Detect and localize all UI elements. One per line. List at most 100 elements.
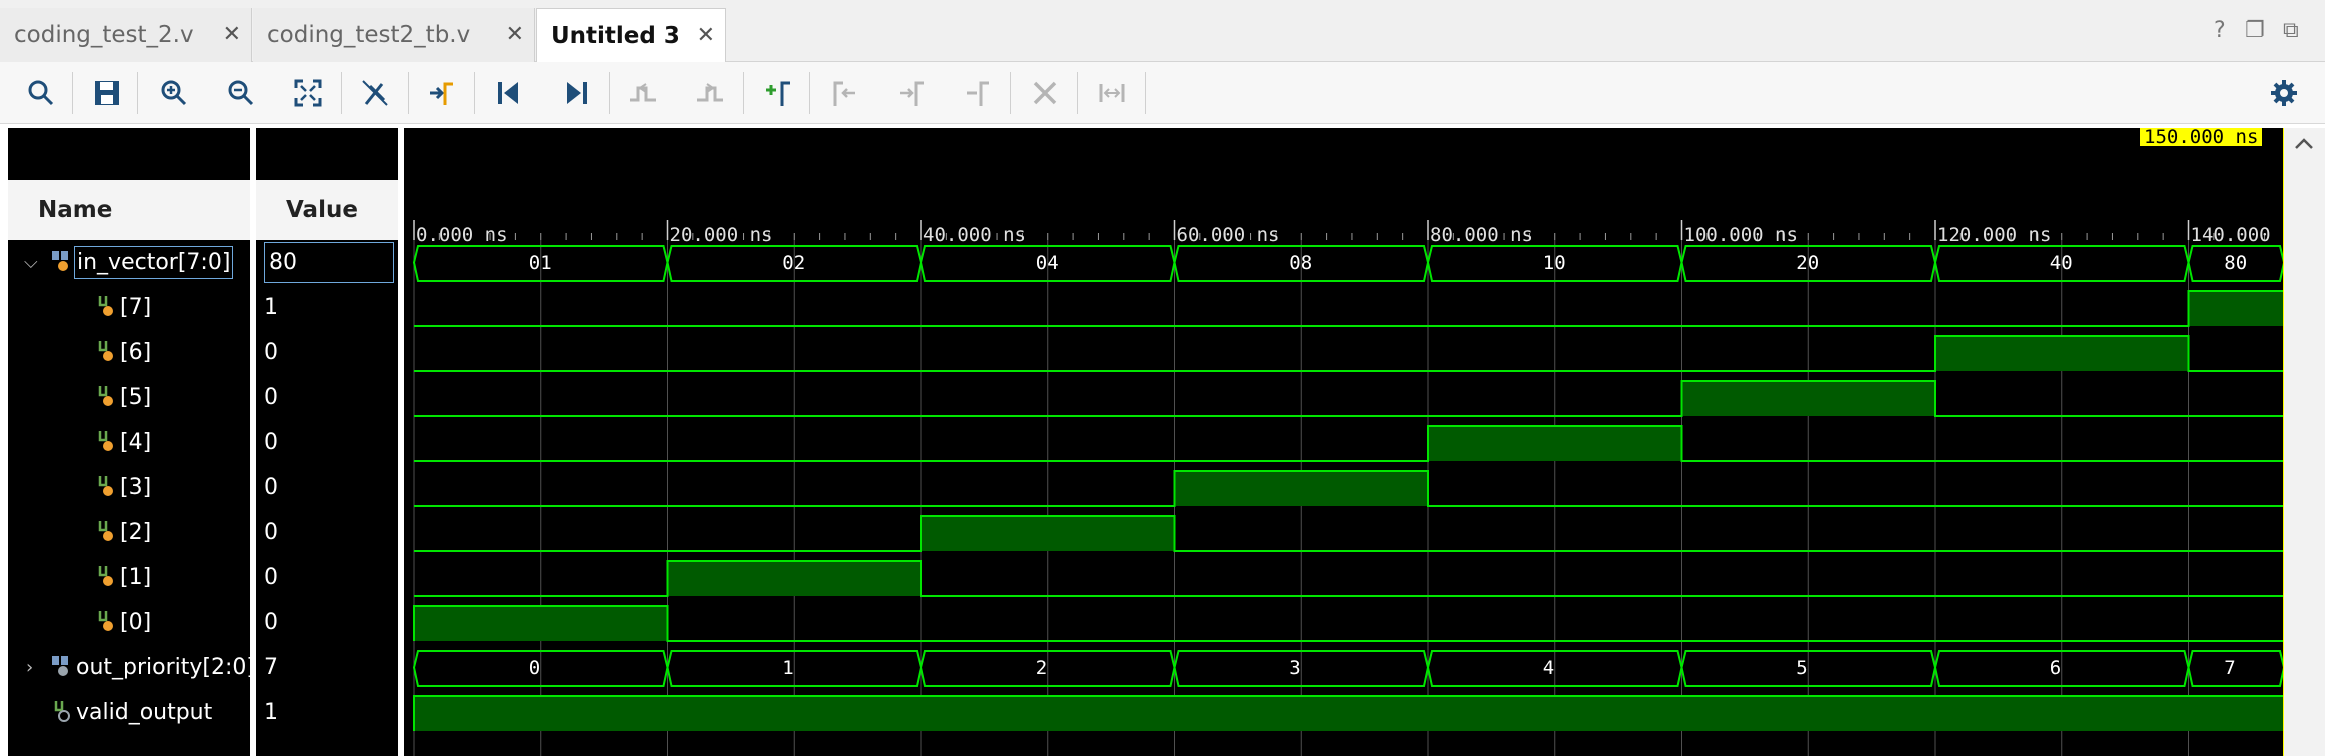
waveform-panel[interactable]: 0.000 ns 20.000 ns 40.000 ns 60.000 ns 80.00…	[404, 128, 2305, 756]
bit-high-fill	[1428, 426, 1682, 461]
search-icon[interactable]	[22, 74, 60, 112]
toolbar-separator	[1077, 72, 1078, 114]
go-to-cursor-icon[interactable]	[423, 74, 461, 112]
snap-icon[interactable]	[356, 74, 394, 112]
signal-row-valid-output[interactable]: valid_output	[8, 690, 250, 735]
tab-untitled-3[interactable]: Untitled 3 ✕	[536, 8, 726, 62]
signal-value: 0	[264, 565, 278, 590]
cut-icon[interactable]	[1093, 74, 1131, 112]
bus-value-label: 01	[528, 251, 552, 274]
toolbar-separator	[341, 72, 342, 114]
time-tick-label: 0.000 ns	[416, 224, 508, 246]
toolbar-separator	[1010, 72, 1011, 114]
signal-row-out-priority[interactable]: › out_priority[2:0]	[8, 645, 255, 690]
signal-value[interactable]: 80	[256, 240, 398, 285]
next-marker-icon[interactable]	[892, 74, 930, 112]
bit-signal-icon	[98, 611, 113, 631]
signal-value: 0	[264, 610, 278, 635]
signal-row-in-vector[interactable]: ⌵ in_vector[7:0]	[8, 240, 250, 285]
bit-signal-icon	[98, 521, 113, 541]
signal-name: out_priority[2:0]	[76, 655, 255, 680]
previous-transition-icon[interactable]	[624, 74, 662, 112]
bit-signal-icon	[98, 431, 113, 451]
toolbar-separator	[474, 72, 475, 114]
bit-0-trace	[413, 605, 2284, 642]
signal-row-bit-1[interactable]: [1]	[8, 555, 250, 600]
maximize-icon[interactable]: ⧉	[2283, 18, 2299, 43]
zoom-in-icon[interactable]	[155, 74, 193, 112]
signal-row-bit-6[interactable]: [6]	[8, 330, 250, 375]
bit-signal-icon	[98, 566, 113, 586]
signal-row-bit-4[interactable]: [4]	[8, 420, 250, 465]
bit-4-trace	[414, 425, 2284, 462]
swap-cursors-icon[interactable]	[959, 74, 997, 112]
time-tick-label: 100.000 ns	[1683, 224, 1798, 246]
go-to-time-zero-icon[interactable]	[490, 74, 528, 112]
scroll-up-icon[interactable]	[2284, 128, 2325, 158]
vertical-scrollbar[interactable]	[2284, 128, 2325, 756]
signal-name: valid_output	[76, 700, 213, 725]
tab-coding-test-2[interactable]: coding_test_2.v ✕	[0, 8, 252, 62]
zoom-out-icon[interactable]	[222, 74, 260, 112]
signal-value: 7	[264, 655, 278, 680]
tab-label: coding_test_2.v	[14, 22, 194, 48]
delete-marker-icon[interactable]	[1026, 74, 1064, 112]
add-marker-icon[interactable]	[758, 74, 796, 112]
signal-row-bit-5[interactable]: [5]	[8, 375, 250, 420]
toolbar-separator	[609, 72, 610, 114]
time-tick-label: 40.000 ns	[923, 224, 1026, 246]
tab-label: Untitled 3	[551, 22, 680, 49]
zoom-fit-icon[interactable]	[289, 74, 327, 112]
bit-signal-icon	[98, 476, 113, 496]
bus-value-label: 10	[1542, 251, 1566, 274]
signal-row-bit-3[interactable]: [3]	[8, 465, 250, 510]
name-column-header[interactable]: Name	[8, 180, 250, 240]
chevron-down-icon[interactable]: ⌵	[24, 252, 38, 273]
close-icon[interactable]: ✕	[506, 22, 524, 47]
bit-signal-icon	[54, 701, 70, 722]
bus-signal-icon	[52, 251, 68, 271]
bus-value-label: 0	[528, 656, 541, 679]
restore-icon[interactable]: ❐	[2245, 18, 2265, 43]
signal-value: 0	[264, 475, 278, 500]
settings-gear-icon[interactable]	[2265, 74, 2303, 112]
waveform-canvas[interactable]	[404, 128, 2284, 756]
time-tick-label: 80.000 ns	[1430, 224, 1533, 246]
go-to-last-time-icon[interactable]	[557, 74, 595, 112]
value-column-header[interactable]: Value	[256, 180, 398, 240]
cursor-time-label: 150.000 ns	[2140, 128, 2263, 146]
tab-coding-test2-tb[interactable]: coding_test2_tb.v ✕	[253, 8, 535, 62]
toolbar	[0, 62, 2325, 124]
bus-value-label: 80	[2224, 251, 2248, 274]
bus-value-label: 02	[782, 251, 806, 274]
toolbar-separator	[72, 72, 73, 114]
save-icon[interactable]	[88, 74, 126, 112]
close-icon[interactable]: ✕	[223, 22, 241, 47]
close-icon[interactable]: ✕	[697, 23, 715, 48]
bit-high-fill	[1174, 471, 1428, 506]
signal-value: 1	[264, 295, 278, 320]
next-transition-icon[interactable]	[691, 74, 729, 112]
signal-row-bit-2[interactable]: [2]	[8, 510, 250, 555]
previous-marker-icon[interactable]	[825, 74, 863, 112]
signal-value: 1	[264, 700, 278, 725]
bit-5-trace	[414, 380, 2284, 417]
bus-value-label: 2	[1035, 656, 1048, 679]
signal-name: [4]	[120, 430, 152, 455]
signal-row-bit-7[interactable]: [7]	[8, 285, 250, 330]
toolbar-separator	[408, 72, 409, 114]
help-icon[interactable]: ?	[2214, 18, 2226, 43]
name-panel: Name ⌵ in_vector[7:0] [7] [6] [5] [4] [3…	[8, 128, 255, 756]
signal-name: [1]	[120, 565, 152, 590]
signal-name: in_vector[7:0]	[74, 246, 234, 279]
chevron-right-icon[interactable]: ›	[26, 657, 33, 678]
waveform-viewer-window: coding_test_2.v ✕ coding_test2_tb.v ✕ Un…	[0, 0, 2325, 756]
bit-high-fill	[414, 606, 668, 641]
signal-name: [6]	[120, 340, 152, 365]
bit-high-fill	[1935, 336, 2189, 371]
bus-value-label: 3	[1289, 656, 1301, 679]
toolbar-separator	[809, 72, 810, 114]
signal-row-bit-0[interactable]: [0]	[8, 600, 250, 645]
signal-name: [2]	[120, 520, 152, 545]
valid-output-fill	[414, 696, 2284, 731]
